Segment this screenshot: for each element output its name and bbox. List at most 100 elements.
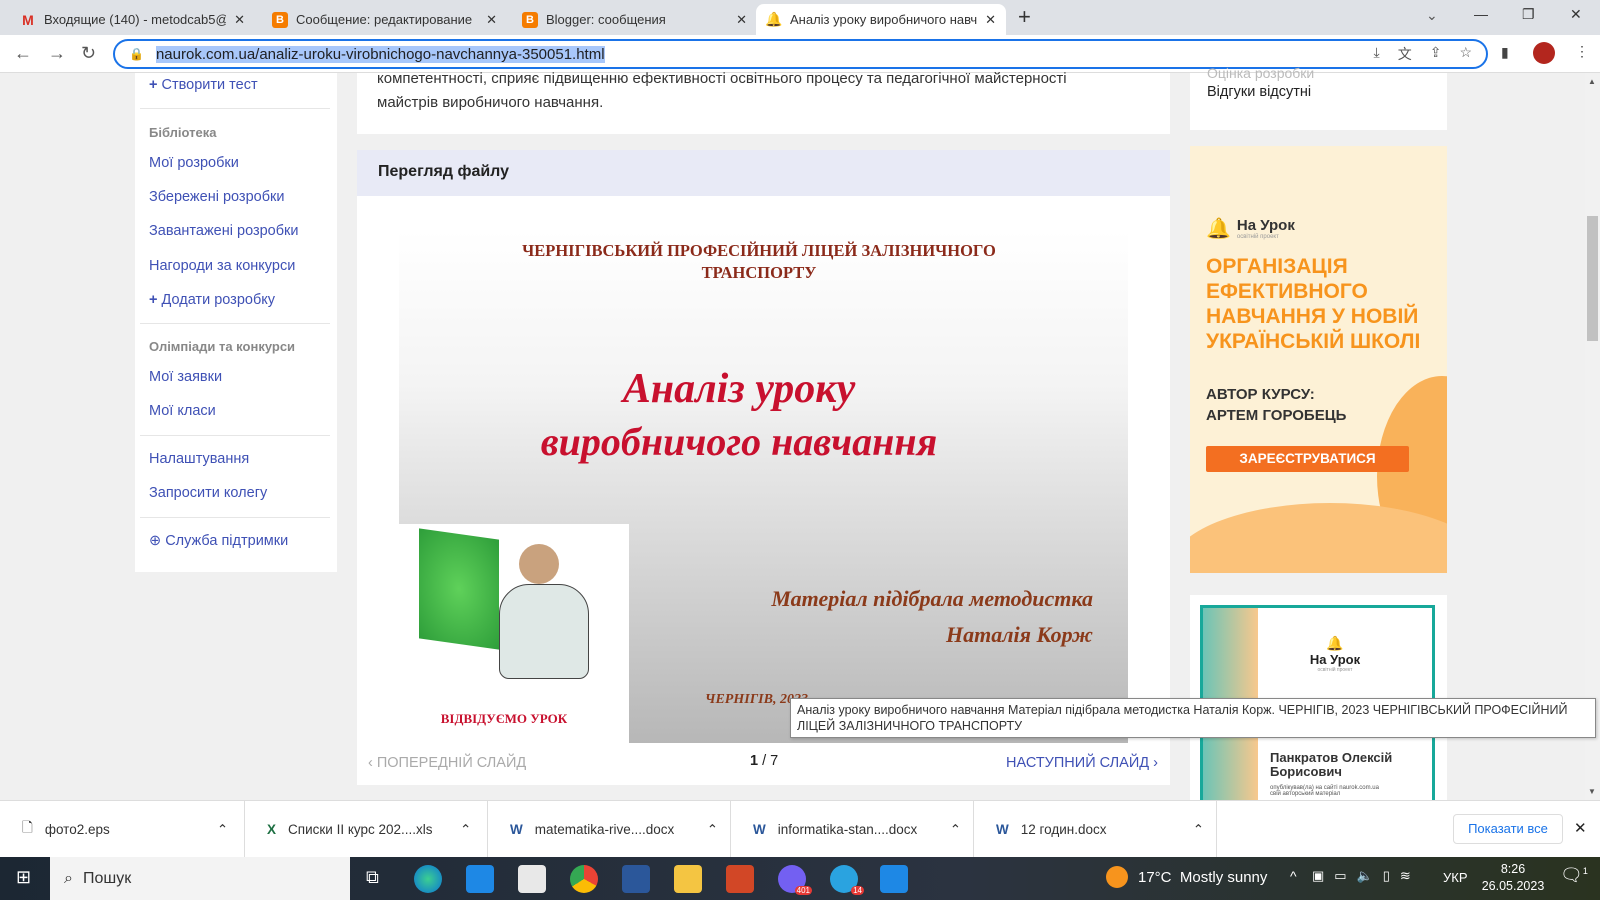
sidebar-item-my-devs[interactable]: Мої розробки <box>149 155 239 171</box>
slide-author: Наталія Корж <box>946 622 1093 647</box>
share-icon[interactable]: ⇪ <box>1430 44 1442 64</box>
chevron-up-icon[interactable]: ⌃ <box>217 822 228 838</box>
register-button[interactable]: ЗАРЕЄСТРУВАТИСЯ <box>1206 446 1409 472</box>
word-taskbar-icon[interactable] <box>622 865 650 893</box>
avatar[interactable] <box>1533 42 1555 64</box>
back-icon[interactable]: ← <box>14 43 32 64</box>
telegram-icon[interactable]: 14 <box>830 865 864 895</box>
tray-chevron-icon[interactable]: ^ <box>1290 868 1297 884</box>
next-slide-button[interactable]: НАСТУПНИЙ СЛАЙД › <box>1006 755 1158 771</box>
tab-blogger-edit[interactable]: B Сообщение: редактирование ✕ <box>262 4 507 35</box>
page-total: / 7 <box>762 753 779 769</box>
excel-icon: X <box>267 822 277 837</box>
library-heading: Бібліотека <box>149 125 217 140</box>
tab-naurok[interactable]: 🔔 Аналіз уроку виробничого навчання ✕ <box>756 4 1006 35</box>
course-ad[interactable]: 🔔 На Урок освітній проект ОРГАНІЗАЦІЯ ЕФ… <box>1190 146 1447 573</box>
sidebar-item-applications[interactable]: Мої заявки <box>149 369 222 385</box>
weather-text[interactable]: 17°C Mostly sunny <box>1138 869 1267 886</box>
close-downloads-icon[interactable]: ✕ <box>1574 819 1587 837</box>
support-link[interactable]: ⊕ Служба підтримки <box>149 533 288 549</box>
scrollbar[interactable]: ▲ ▼ <box>1585 73 1600 800</box>
download-item[interactable]: 🗋 фото2.eps ⌃ <box>0 801 245 858</box>
label: НАСТУПНИЙ СЛАЙД <box>1006 755 1150 771</box>
explorer-icon[interactable] <box>674 865 702 893</box>
sidebar-item-classes[interactable]: Мої класи <box>149 403 216 419</box>
edge-icon[interactable] <box>414 865 442 893</box>
sidebar-item-settings[interactable]: Налаштування <box>149 451 249 467</box>
clock[interactable]: 8:26 26.05.2023 <box>1478 861 1548 895</box>
description-card: компетентності, сприяє підвищенню ефекти… <box>357 70 1170 134</box>
reload-icon[interactable]: ↻ <box>81 43 96 64</box>
naurok-bell-icon: 🔔 <box>1326 635 1344 651</box>
chevron-up-icon[interactable]: ⌃ <box>460 822 471 838</box>
notifications-icon[interactable]: 🗨1 <box>1560 865 1588 886</box>
scroll-down-icon[interactable]: ▼ <box>1588 787 1596 796</box>
sidebar-item-downloaded[interactable]: Завантажені розробки <box>149 223 299 239</box>
close-icon[interactable]: ✕ <box>736 12 747 28</box>
url-text[interactable]: naurok.com.ua/analiz-uroku-virobnichogo-… <box>155 45 605 63</box>
file-icon: 🗋 <box>22 820 33 835</box>
rating-card: Оцінка розробки Відгуки відсутні <box>1190 65 1447 130</box>
word-icon: W <box>753 822 766 837</box>
mail-icon[interactable] <box>466 865 494 893</box>
task-view-icon[interactable]: ⧉ <box>366 867 379 888</box>
tooltip: Аналіз уроку виробничого навчання Матері… <box>790 698 1596 738</box>
gmail-icon: M <box>22 11 34 28</box>
blogger-icon: B <box>272 11 288 28</box>
windows-start-icon[interactable]: ⊞ <box>16 867 31 888</box>
close-icon[interactable]: ✕ <box>985 12 996 28</box>
download-item[interactable]: Wmatematika-rive....docx ⌃ <box>488 801 731 858</box>
show-all-button[interactable]: Показати все <box>1453 814 1563 844</box>
close-window-button[interactable]: ✕ <box>1570 6 1582 23</box>
media-app-icon[interactable] <box>880 865 908 893</box>
chevron-up-icon[interactable]: ⌃ <box>1193 822 1204 838</box>
chevron-up-icon[interactable]: ⌃ <box>950 822 961 838</box>
slide-image[interactable]: ЧЕРНІГІВСЬКИЙ ПРОФЕСІЙНИЙ ЛІЦЕЙ ЗАЛІЗНИЧ… <box>399 230 1128 743</box>
sidebar-item-saved[interactable]: Збережені розробки <box>149 189 284 205</box>
download-item[interactable]: W 12 годин.docx ⌃ <box>974 801 1217 858</box>
tab-title: Аналіз уроку виробничого навчання <box>790 12 978 27</box>
minimize-button[interactable]: — <box>1474 6 1488 22</box>
add-dev-link[interactable]: + Додати розробку <box>149 292 275 308</box>
viber-icon[interactable]: 401 <box>778 865 812 895</box>
translate-icon[interactable]: 文 <box>1398 44 1412 64</box>
tab-gmail[interactable]: M Входящие (140) - metodcab5@gmail.com ✕ <box>10 4 255 35</box>
side-panel-icon[interactable]: ▮ <box>1501 44 1509 61</box>
store-icon[interactable] <box>518 865 546 893</box>
scroll-up-icon[interactable]: ▲ <box>1588 77 1596 86</box>
install-icon[interactable]: ⤓ <box>1374 44 1380 64</box>
ad-brand: На Урок <box>1236 217 1295 234</box>
new-tab-button[interactable]: + <box>1018 4 1031 30</box>
sidebar-item-invite[interactable]: Запросити колегу <box>149 485 267 501</box>
sidebar: + Створити тест Бібліотека Мої розробки … <box>135 73 337 572</box>
tab-search-chevron-icon[interactable]: ⌄ <box>1426 7 1438 24</box>
tab-blogger-posts[interactable]: B Blogger: сообщения ✕ <box>512 4 757 35</box>
search-placeholder: Пошук <box>82 869 132 887</box>
download-name: фото2.eps <box>44 822 110 837</box>
star-icon[interactable]: ☆ <box>1459 44 1472 64</box>
create-test-link[interactable]: + Створити тест <box>149 77 258 93</box>
prev-slide-button[interactable]: ‹ ПОПЕРЕДНІЙ СЛАЙД <box>368 755 526 771</box>
language-indicator[interactable]: УКР <box>1443 870 1468 885</box>
chevron-up-icon[interactable]: ⌃ <box>707 822 718 838</box>
close-icon[interactable]: ✕ <box>234 12 245 28</box>
forward-icon[interactable]: → <box>48 43 66 64</box>
close-icon[interactable]: ✕ <box>486 12 497 28</box>
page-indicator: 1 / 7 <box>750 753 778 769</box>
scrollbar-thumb[interactable] <box>1587 216 1598 341</box>
menu-icon[interactable]: ⋮ <box>1575 43 1589 60</box>
lifebuoy-icon: ⊕ <box>149 533 162 549</box>
powerpoint-icon[interactable] <box>726 865 754 893</box>
restore-button[interactable]: ❐ <box>1522 6 1535 23</box>
download-name: matematika-rive....docx <box>534 822 675 837</box>
taskbar-search[interactable]: ⌕ Пошук <box>50 857 350 900</box>
download-item[interactable]: Winformatika-stan....docx ⌃ <box>731 801 974 858</box>
tray-icons[interactable]: ▣▭🔈▯≋ <box>1312 868 1421 884</box>
download-item[interactable]: X Списки ІІ курс 202....xls ⌃ <box>245 801 488 858</box>
ad-author-label: АВТОР КУРСУ: <box>1206 386 1315 403</box>
search-icon: ⌕ <box>64 869 73 887</box>
ad-headline: ОРГАНІЗАЦІЯ ЕФЕКТИВНОГО НАВЧАННЯ У НОВІЙ… <box>1206 255 1421 353</box>
chrome-icon[interactable] <box>570 865 598 893</box>
sidebar-item-awards[interactable]: Нагороди за конкурси <box>149 258 295 274</box>
weather-icon[interactable] <box>1106 866 1128 888</box>
